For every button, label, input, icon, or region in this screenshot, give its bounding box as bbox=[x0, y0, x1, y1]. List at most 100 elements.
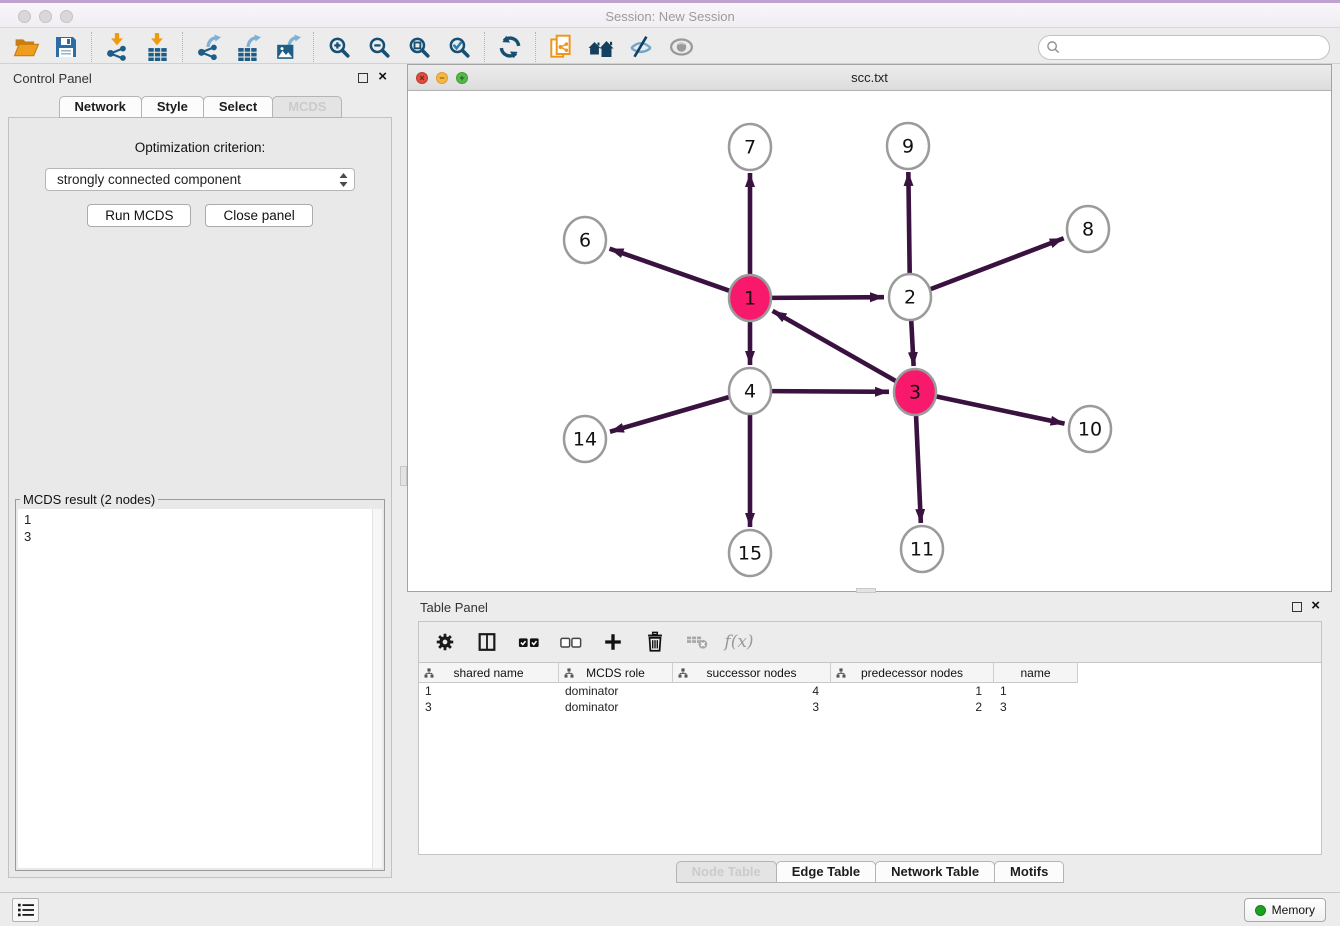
close-panel-button[interactable]: Close panel bbox=[205, 204, 312, 227]
delete-table-button[interactable] bbox=[679, 627, 715, 657]
table-panel: Table Panel × bbox=[407, 595, 1332, 886]
edge-2-3[interactable] bbox=[911, 319, 913, 366]
main-toolbar bbox=[0, 31, 1340, 64]
column-header-predecessor-nodes[interactable]: predecessor nodes bbox=[831, 663, 994, 683]
edge-3-1[interactable] bbox=[773, 311, 896, 381]
edge-2-9[interactable] bbox=[908, 172, 909, 275]
node-1[interactable]: 1 bbox=[729, 275, 771, 321]
column-header-shared-name[interactable]: shared name bbox=[419, 663, 559, 683]
task-history-button[interactable] bbox=[12, 898, 39, 922]
edge-1-6[interactable] bbox=[610, 249, 730, 291]
table-cell[interactable]: dominator bbox=[559, 699, 673, 715]
table-cell[interactable]: 4 bbox=[673, 683, 831, 699]
vertical-splitter-grip[interactable] bbox=[400, 466, 407, 486]
create-column-button[interactable] bbox=[595, 627, 631, 657]
table-mode-button[interactable] bbox=[427, 627, 463, 657]
home-button[interactable] bbox=[581, 32, 621, 62]
plus-icon bbox=[602, 631, 624, 653]
tab-network-table[interactable]: Network Table bbox=[875, 861, 995, 883]
refresh-icon bbox=[497, 34, 523, 60]
network-canvas[interactable]: 7 9 6 8 1 2 4 3 14 10 15 11 bbox=[408, 91, 1331, 591]
show-columns-button[interactable] bbox=[469, 627, 505, 657]
dropdown-spinner-icon bbox=[338, 172, 349, 188]
node-3[interactable]: 3 bbox=[894, 369, 936, 415]
column-header-successor-nodes[interactable]: successor nodes bbox=[673, 663, 831, 683]
zoom-out-icon bbox=[367, 35, 392, 60]
node-9[interactable]: 9 bbox=[887, 123, 929, 169]
edge-3-10[interactable] bbox=[937, 397, 1065, 424]
open-session-button[interactable] bbox=[6, 32, 46, 62]
apply-layout-button[interactable] bbox=[490, 32, 530, 62]
import-table-button[interactable] bbox=[137, 32, 177, 62]
table-cell[interactable]: 1 bbox=[419, 683, 559, 699]
table-row[interactable]: 1dominator411 bbox=[419, 683, 1321, 699]
table-cell[interactable]: 1 bbox=[831, 683, 994, 699]
edge-4-14[interactable] bbox=[610, 397, 729, 432]
show-graphics-button[interactable] bbox=[661, 32, 701, 62]
function-builder-button[interactable]: f(x) bbox=[721, 627, 757, 657]
edge-1-2[interactable] bbox=[772, 297, 884, 298]
tab-edge-table[interactable]: Edge Table bbox=[776, 861, 876, 883]
node-10[interactable]: 10 bbox=[1069, 406, 1111, 452]
tab-style[interactable]: Style bbox=[141, 96, 204, 118]
toolbar-separator bbox=[91, 32, 92, 62]
float-panel-icon[interactable] bbox=[1292, 602, 1302, 612]
table-cell[interactable]: 2 bbox=[831, 699, 994, 715]
table-toolbar: f(x) bbox=[419, 622, 1321, 662]
zoom-selected-button[interactable] bbox=[439, 32, 479, 62]
zoom-in-button[interactable] bbox=[319, 32, 359, 62]
unselect-all-columns-button[interactable] bbox=[553, 627, 589, 657]
tab-network[interactable]: Network bbox=[59, 96, 142, 118]
mcds-result-textarea[interactable]: 1 3 bbox=[18, 509, 382, 868]
node-14[interactable]: 14 bbox=[564, 416, 606, 462]
mcds-result-text: 1 3 bbox=[18, 509, 382, 547]
edge-3-11[interactable] bbox=[916, 414, 921, 523]
table-row[interactable]: 3dominator323 bbox=[419, 699, 1321, 715]
float-panel-icon[interactable] bbox=[358, 73, 368, 83]
table-cell[interactable]: dominator bbox=[559, 683, 673, 699]
zoom-fit-button[interactable] bbox=[399, 32, 439, 62]
table-cell[interactable]: 3 bbox=[673, 699, 831, 715]
edge-2-8[interactable] bbox=[931, 238, 1064, 289]
clone-network-button[interactable] bbox=[541, 32, 581, 62]
select-all-columns-button[interactable] bbox=[511, 627, 547, 657]
tab-mcds[interactable]: MCDS bbox=[272, 96, 342, 118]
node-11[interactable]: 11 bbox=[901, 526, 943, 572]
tab-motifs[interactable]: Motifs bbox=[994, 861, 1064, 883]
run-mcds-button[interactable]: Run MCDS bbox=[87, 204, 191, 227]
import-network-button[interactable] bbox=[97, 32, 137, 62]
table-cell[interactable]: 3 bbox=[994, 699, 1078, 715]
node-15[interactable]: 15 bbox=[729, 530, 771, 576]
node-7[interactable]: 7 bbox=[729, 124, 771, 170]
node-4[interactable]: 4 bbox=[729, 368, 771, 414]
tab-select[interactable]: Select bbox=[203, 96, 273, 118]
network-window-titlebar[interactable]: × − + scc.txt bbox=[408, 65, 1331, 91]
close-panel-icon[interactable]: × bbox=[1311, 597, 1320, 614]
table-cell[interactable]: 1 bbox=[994, 683, 1078, 699]
node-6[interactable]: 6 bbox=[564, 217, 606, 263]
column-header-name[interactable]: name bbox=[994, 663, 1078, 683]
save-session-button[interactable] bbox=[46, 32, 86, 62]
search-input[interactable] bbox=[1065, 38, 1329, 58]
export-network-button[interactable] bbox=[188, 32, 228, 62]
delete-columns-button[interactable] bbox=[637, 627, 673, 657]
criterion-dropdown[interactable]: strongly connected component bbox=[45, 168, 355, 191]
export-network-icon bbox=[195, 34, 222, 61]
horizontal-splitter-grip[interactable] bbox=[856, 588, 876, 593]
memory-button[interactable]: Memory bbox=[1244, 898, 1326, 922]
column-header-MCDS-role[interactable]: MCDS role bbox=[559, 663, 673, 683]
export-image-button[interactable] bbox=[268, 32, 308, 62]
node-8[interactable]: 8 bbox=[1067, 206, 1109, 252]
search-icon bbox=[1046, 40, 1061, 55]
node-2[interactable]: 2 bbox=[889, 274, 931, 320]
close-panel-icon[interactable]: × bbox=[378, 68, 387, 85]
hide-graphics-button[interactable] bbox=[621, 32, 661, 62]
tab-node-table[interactable]: Node Table bbox=[676, 861, 777, 883]
optimization-criterion-label: Optimization criterion: bbox=[9, 140, 391, 155]
export-table-button[interactable] bbox=[228, 32, 268, 62]
edge-4-3[interactable] bbox=[772, 391, 889, 392]
table-cell[interactable]: 3 bbox=[419, 699, 559, 715]
mcds-result-scrollbar[interactable] bbox=[372, 509, 382, 868]
delete-table-icon bbox=[685, 632, 709, 652]
zoom-out-button[interactable] bbox=[359, 32, 399, 62]
